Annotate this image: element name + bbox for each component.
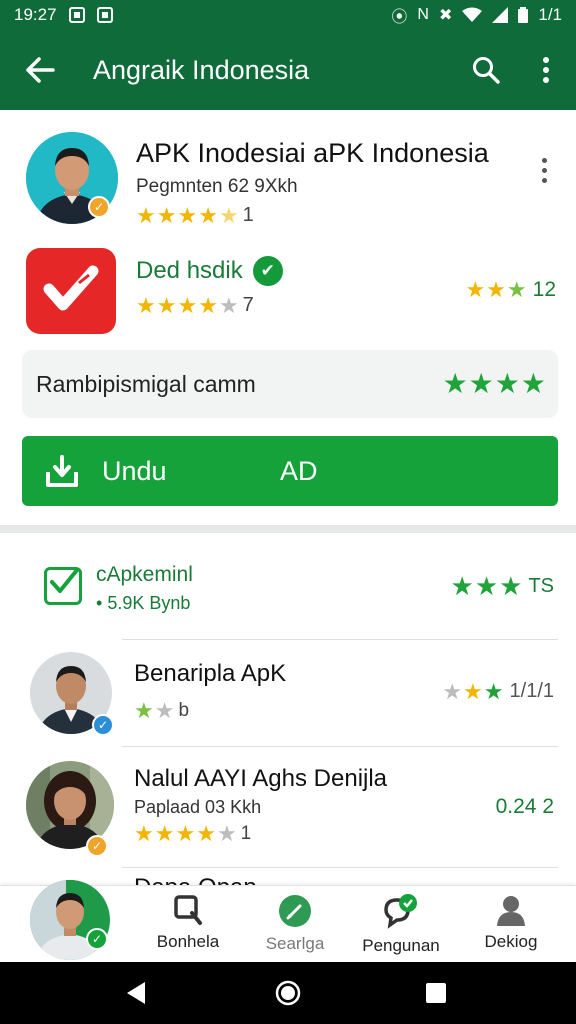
verified-icon: ✔ xyxy=(252,256,283,286)
bottom-nav: ✓ Bonhela Searlga Pengunan Dekiog xyxy=(0,880,576,962)
profile-avatar-button[interactable]: ✓ xyxy=(30,880,110,960)
checkbox-icon xyxy=(44,567,82,605)
overflow-menu-button[interactable] xyxy=(516,30,576,110)
list-item-badge-icon: ✓ xyxy=(92,714,114,736)
search-icon xyxy=(473,57,500,84)
featured-card: ✓ APK Inodesiai aPK Indonesia Pegmnten 6… xyxy=(0,110,576,525)
photo-notification-icon xyxy=(68,7,85,23)
search-icon xyxy=(174,895,202,925)
chat-icon xyxy=(384,894,417,929)
nfc-icon: N xyxy=(417,6,429,23)
main-content: ✓ APK Inodesiai aPK Indonesia Pegmnten 6… xyxy=(0,110,576,885)
list-item-right-text: 1/1/1 xyxy=(509,680,554,702)
developer-rating: ★ ★ ★ ★ ★ 1 xyxy=(136,204,254,227)
download-icon xyxy=(22,454,102,488)
system-nav-bar xyxy=(0,962,576,1024)
status-bar: 19:27 ⦿ N ✖ 1/1 xyxy=(0,0,576,30)
app-rating-count: 7 xyxy=(242,294,254,316)
list-item-right-rating: ★ ★ ★ TS xyxy=(451,573,555,599)
sub-bullet: • xyxy=(96,593,108,613)
developer-subtitle: Pegmnten 62 9Xkh xyxy=(136,176,298,197)
app-bar-title: Angraik Indonesia xyxy=(93,54,310,85)
system-recents-button[interactable] xyxy=(396,962,476,1024)
status-time: 19:27 xyxy=(14,5,57,24)
signal-icon xyxy=(492,7,509,23)
list-item-name: Benaripla ApK xyxy=(134,660,287,687)
section-divider xyxy=(0,525,576,533)
info-bar[interactable]: Rambipismigal camm ★ ★ ★ ★ xyxy=(22,350,558,418)
developer-rating-count: 1 xyxy=(242,204,254,226)
list-item[interactable]: cApkeminl • 5.9K Bynb ★ ★ ★ TS xyxy=(0,533,576,629)
list-item-subtitle: Paplaad 03 Kkh xyxy=(134,797,262,817)
developer-badge-icon: ✓ xyxy=(88,196,110,218)
app-right-rating-count: 12 xyxy=(532,278,556,301)
triangle-back-icon xyxy=(127,982,145,1004)
arrow-left-icon xyxy=(26,57,55,83)
list-item-name: Nalul AAYI Aghs Denijla xyxy=(134,765,388,792)
pen-icon xyxy=(279,895,311,927)
list-item[interactable]: ✓ Nalul AAYI Aghs Denijla Paplaad 03 Kkh… xyxy=(0,747,576,867)
battery-icon xyxy=(518,7,529,23)
list-item-rating: ★ ★ b xyxy=(134,700,189,722)
nav-item-searlga[interactable]: Searlga xyxy=(240,894,350,954)
list-item-right-text: 0.24 2 xyxy=(495,795,554,818)
list-item-rating-count: 1 xyxy=(240,823,252,844)
nav-item-dekiog[interactable]: Dekiog xyxy=(456,894,566,952)
list-item-right-stars: ★ ★ ★ xyxy=(442,678,504,704)
search-button[interactable] xyxy=(456,30,516,110)
app-right-stars: ★ ★ ★ xyxy=(465,277,527,302)
developer-stars: ★ ★ ★ ★ ★ xyxy=(136,202,239,228)
download-label: Undu xyxy=(102,455,167,486)
app-stars: ★ ★ ★ ★ ★ xyxy=(136,292,239,318)
ad-label: AD xyxy=(280,455,318,486)
app-row[interactable]: Ded hsdik ✔ ★ ★ ★ ★ ★ 7 ★ ★ ★ 12 xyxy=(26,246,556,336)
system-back-button[interactable] xyxy=(96,962,176,1024)
profile-badge-icon: ✓ xyxy=(86,928,108,950)
back-button[interactable] xyxy=(0,30,80,110)
list-item-rating: ★ ★ ★ ★ ★ 1 xyxy=(134,823,251,845)
data-icon: ✖ xyxy=(438,7,453,24)
app-name: Ded hsdik xyxy=(136,257,243,284)
circle-home-icon xyxy=(275,980,301,1006)
list-item-subtitle-text: 5.9K Bynb xyxy=(107,593,191,613)
wifi-icon xyxy=(462,7,483,22)
nav-label: Pengunan xyxy=(362,936,440,955)
square-recents-icon xyxy=(426,983,446,1003)
download-button[interactable]: Undu AD xyxy=(22,436,558,506)
developer-name: APK Inodesiai aPK Indonesia xyxy=(136,138,489,168)
list-item[interactable]: ✓ Benaripla ApK ★ ★ b ★ ★ ★ 1/1/1 xyxy=(0,640,576,746)
app-icon xyxy=(26,248,116,334)
more-vert-icon xyxy=(543,57,549,83)
list-item-right-rating: ★ ★ ★ 1/1/1 xyxy=(442,680,554,703)
image-notification-icon xyxy=(96,7,113,23)
person-icon xyxy=(497,896,525,926)
list-item-right-stars: ★ ★ ★ xyxy=(450,571,523,601)
app-rating: ★ ★ ★ ★ ★ 7 xyxy=(136,294,254,317)
vibrate-icon: ⦿ xyxy=(391,9,408,26)
list-item-name: cApkeminl xyxy=(96,563,193,586)
developer-row[interactable]: ✓ APK Inodesiai aPK Indonesia Pegmnten 6… xyxy=(26,132,556,227)
list-item-right-text: TS xyxy=(528,574,554,597)
nav-item-bonhela[interactable]: Bonhela xyxy=(133,894,243,952)
developer-more-button[interactable] xyxy=(532,150,556,190)
app-right-rating: ★ ★ ★ 12 xyxy=(465,278,556,302)
info-text: Rambipismigal camm xyxy=(36,370,256,397)
list-item-subtitle: • 5.9K Bynb xyxy=(96,593,190,614)
nav-label: Searlga xyxy=(265,934,325,953)
battery-text: 1/1 xyxy=(538,5,562,24)
app-bar: Angraik Indonesia xyxy=(0,30,576,110)
list-item-badge-icon: ✓ xyxy=(86,835,108,857)
system-home-button[interactable] xyxy=(248,962,328,1024)
list-item-name: Dapa Opap xyxy=(134,874,257,885)
list-item-stars: ★ ★ ★ ★ ★ xyxy=(134,821,237,846)
info-stars: ★ ★ ★ ★ xyxy=(442,368,546,399)
list-item-stars: ★ ★ xyxy=(134,698,175,723)
nav-label: Bonhela xyxy=(156,932,220,951)
list-item-rating-count: b xyxy=(178,700,190,721)
nav-item-pengunan[interactable]: Pengunan xyxy=(346,894,456,956)
app-title-group: Ded hsdik ✔ xyxy=(136,256,283,286)
nav-label: Dekiog xyxy=(484,932,538,951)
